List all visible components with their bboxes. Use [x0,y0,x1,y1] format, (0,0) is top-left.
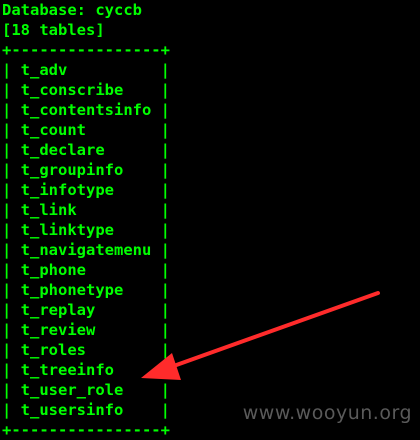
table-row-t-conscribe: | t_conscribe | [2,81,170,99]
table-row-t-declare: | t_declare | [2,141,170,159]
table-row-t-user-role: | t_user_role | [2,381,170,399]
database-line: Database: cyccb [2,1,142,19]
table-row-t-link: | t_link | [2,201,170,219]
table-row-t-phone: | t_phone | [2,261,170,279]
table-row-t-count: | t_count | [2,121,170,139]
table-row-t-review: | t_review | [2,321,170,339]
table-row-t-treeinfo: | t_treeinfo | [2,361,170,379]
table-row-t-adv: | t_adv | [2,61,170,79]
table-row-t-infotype: | t_infotype | [2,181,170,199]
table-row-t-groupinfo: | t_groupinfo | [2,161,170,179]
watermark-text: www.wooyun.org [242,402,412,424]
table-row-t-phonetype: | t_phonetype | [2,281,170,299]
table-row-t-linktype: | t_linktype | [2,221,170,239]
table-row-t-contentsinfo: | t_contentsinfo | [2,101,170,119]
table-count-line: [18 tables] [2,21,105,39]
table-row-t-replay: | t_replay | [2,301,170,319]
table-row-t-navigatemenu: | t_navigatemenu | [2,241,170,259]
terminal-output: Database: cyccb [18 tables] +-----------… [2,0,418,439]
table-top-border: +----------------+ [2,41,170,59]
table-row-t-roles: | t_roles | [2,341,170,359]
